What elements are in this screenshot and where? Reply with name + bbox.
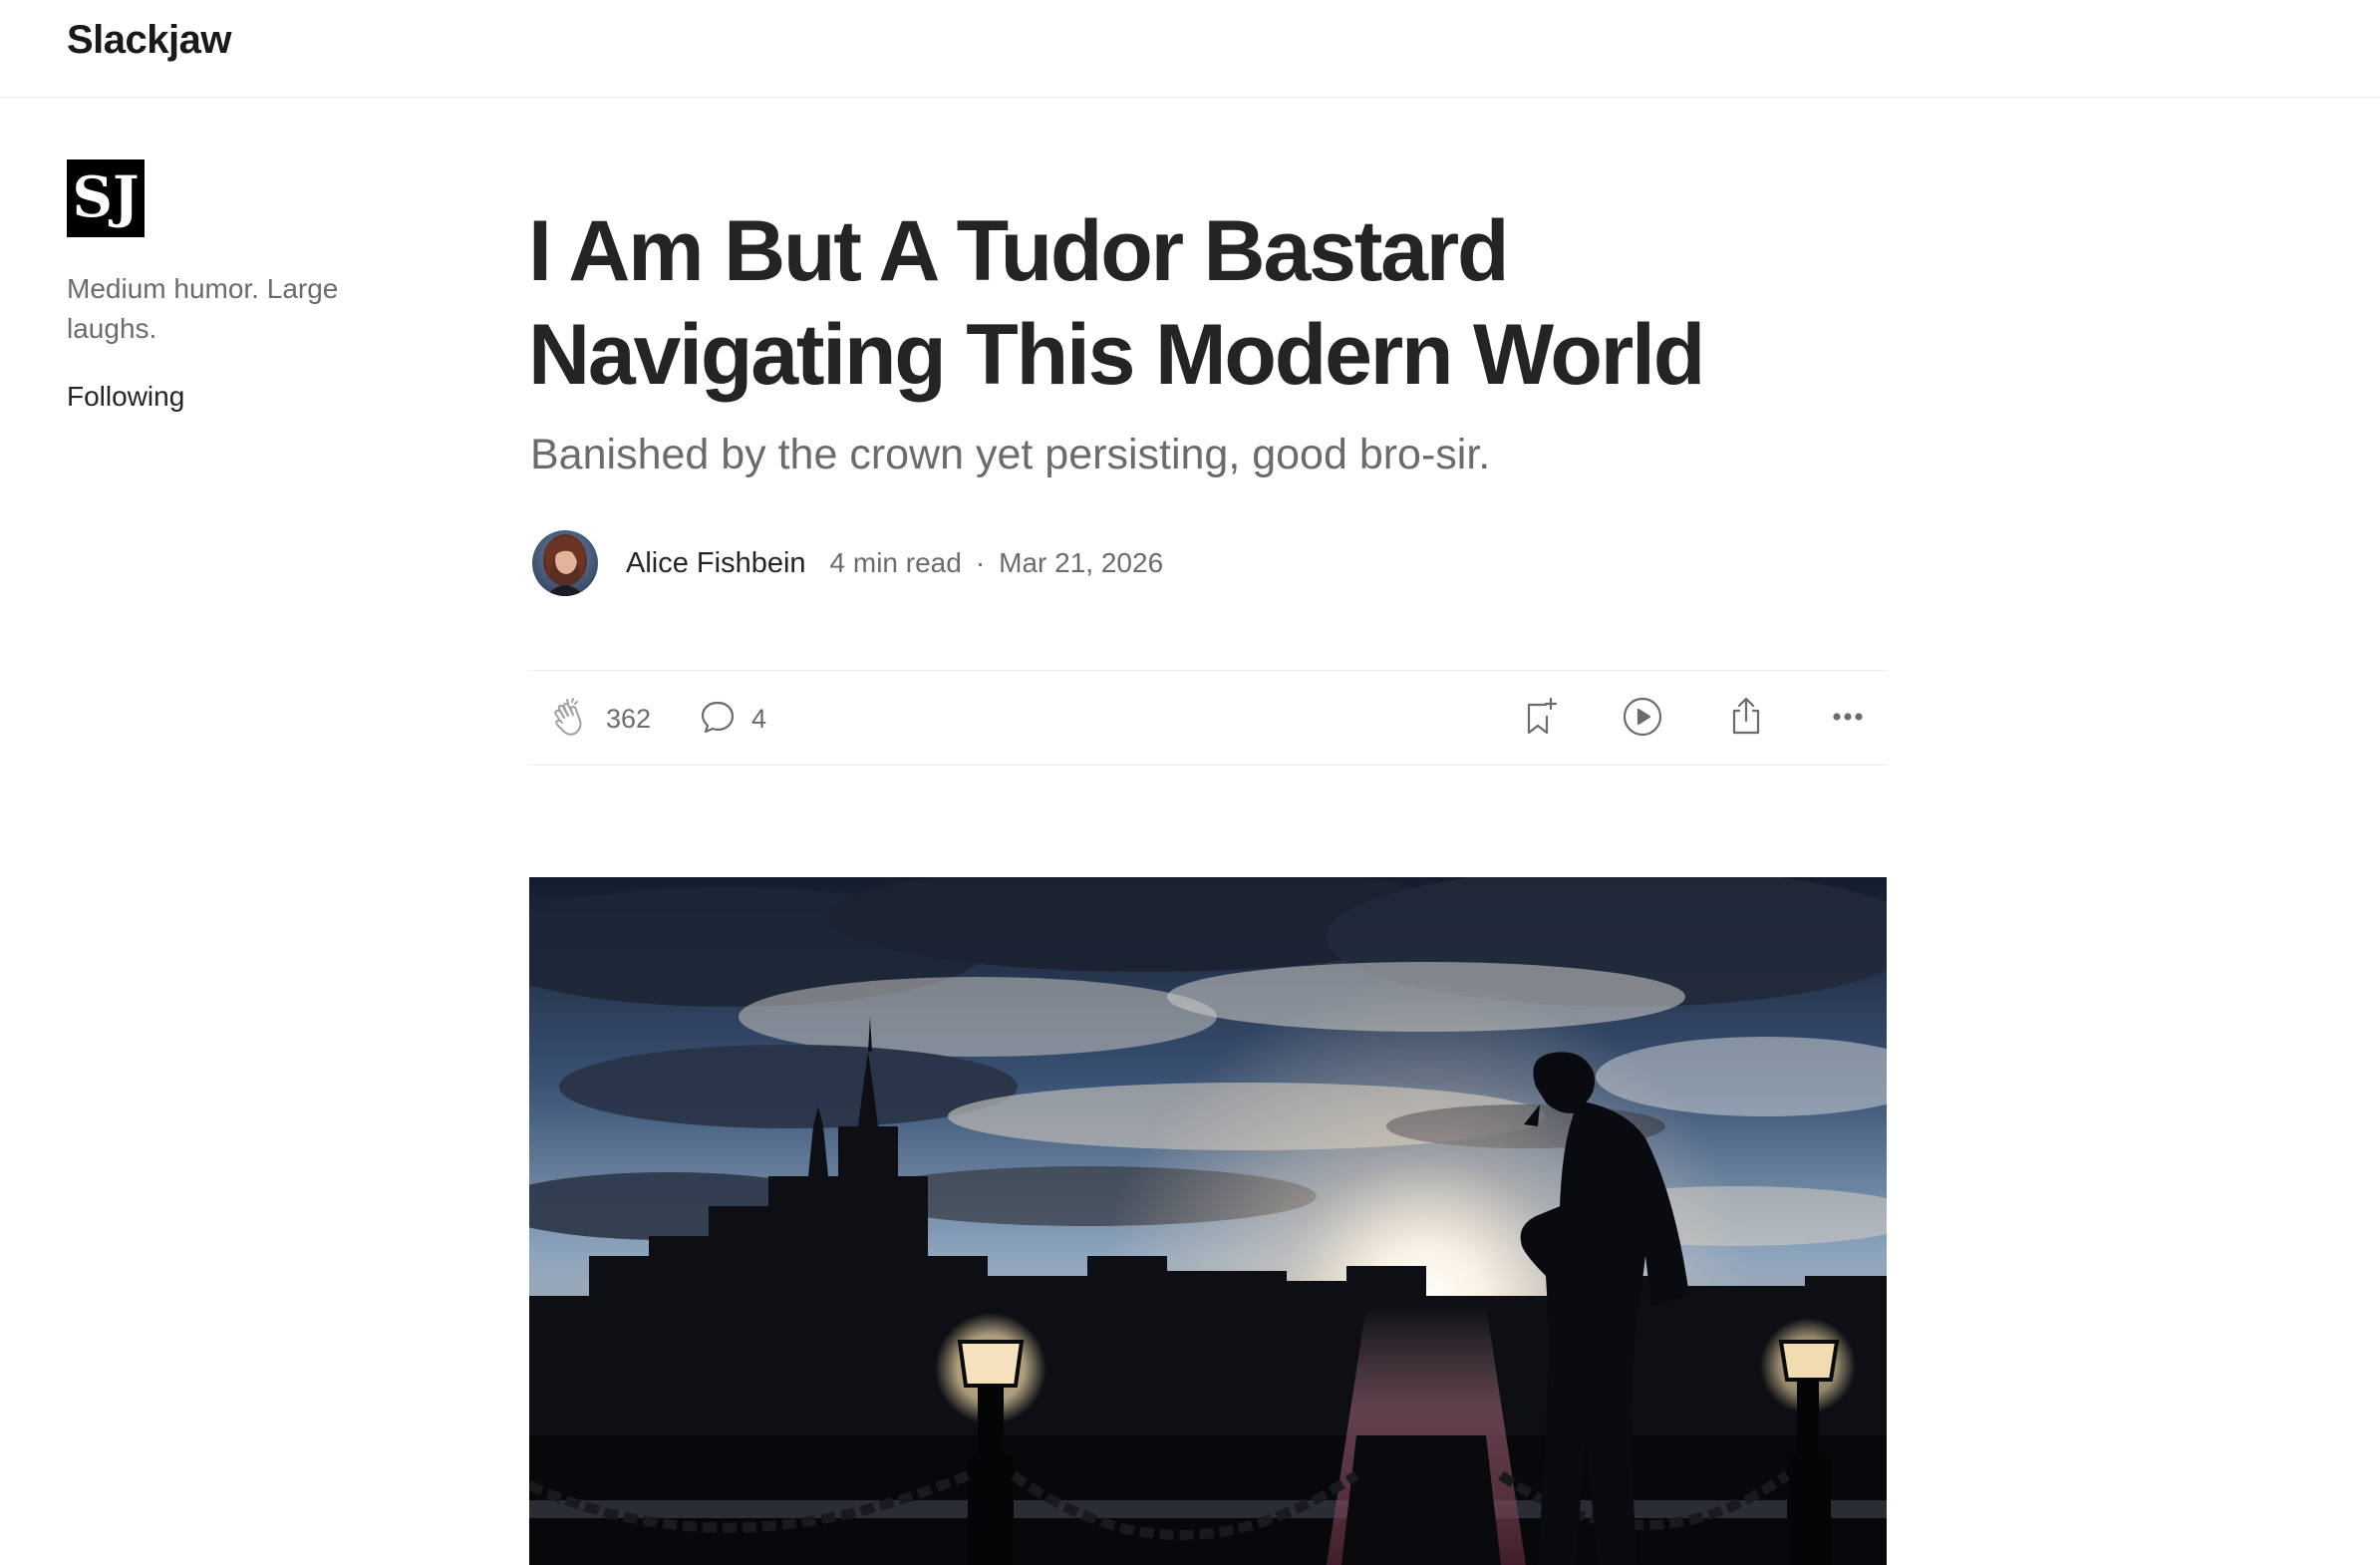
publication-logo-text: SJ xyxy=(73,164,140,230)
clap-button[interactable]: 362 xyxy=(548,671,651,767)
byline: Alice Fishbein 4 min read · Mar 21, 2026 xyxy=(532,530,1163,596)
article-action-bar: 362 4 xyxy=(528,670,1887,766)
publication-logo[interactable]: SJ xyxy=(67,159,145,237)
publication-name[interactable]: Slackjaw xyxy=(67,18,232,63)
bookmark-add-icon[interactable] xyxy=(1519,695,1563,744)
read-time: 4 min read xyxy=(829,547,962,578)
hero-image xyxy=(529,877,1887,1565)
save-button[interactable] xyxy=(1519,671,1563,767)
response-count: 4 xyxy=(751,703,767,734)
more-options-button[interactable] xyxy=(1826,671,1870,767)
clap-count: 362 xyxy=(606,703,652,734)
more-icon[interactable] xyxy=(1826,695,1870,744)
top-navigation-bar: Slackjaw xyxy=(0,0,2380,98)
share-button[interactable] xyxy=(1724,671,1768,767)
article-subtitle: Banished by the crown yet persisting, go… xyxy=(530,431,1491,478)
author-name-link[interactable]: Alice Fishbein xyxy=(626,547,806,580)
meta-separator: · xyxy=(975,547,986,578)
following-button[interactable]: Following xyxy=(67,381,184,413)
listen-button[interactable] xyxy=(1621,671,1664,767)
article-title: I Am But A Tudor Bastard Navigating This… xyxy=(528,203,1705,403)
publish-date: Mar 21, 2026 xyxy=(999,547,1164,578)
author-avatar[interactable] xyxy=(532,530,598,596)
listen-icon[interactable] xyxy=(1621,695,1664,744)
share-icon[interactable] xyxy=(1724,695,1768,744)
clap-icon[interactable] xyxy=(548,695,592,744)
publication-tagline: Medium humor. Large laughs. xyxy=(67,273,339,344)
responses-button[interactable]: 4 xyxy=(698,671,766,767)
response-icon[interactable] xyxy=(698,697,738,742)
